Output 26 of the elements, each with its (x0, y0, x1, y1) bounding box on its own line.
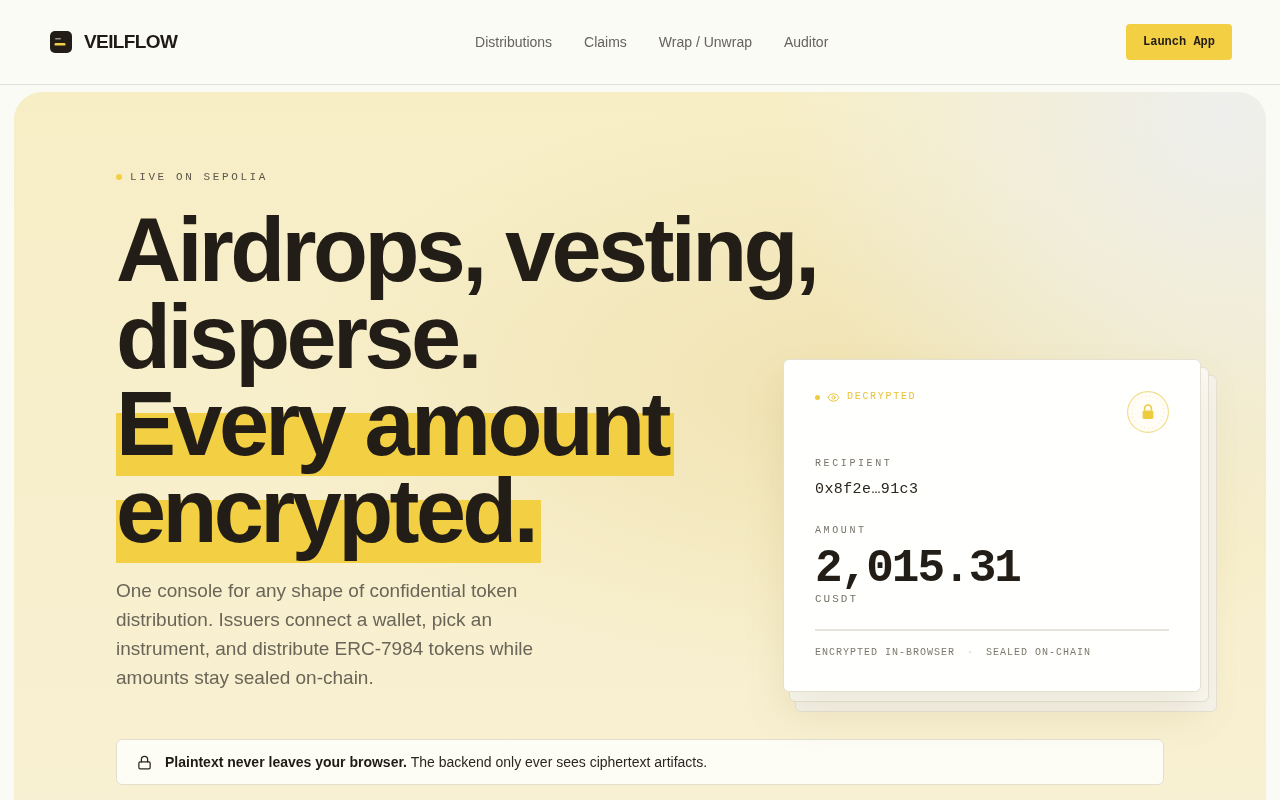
launch-app-button[interactable]: Launch App (1126, 24, 1232, 60)
status-dot-icon (815, 394, 820, 400)
lock-icon (137, 754, 152, 770)
token-symbol: CUSDT (815, 593, 858, 605)
footer-separator: · (967, 647, 975, 659)
field-label: AMOUNT (815, 525, 867, 537)
nav-link[interactable]: Claims (584, 33, 627, 51)
notice-text: Plaintext never leaves your browser. The backend only ever sees ciphertext artifacts. (165, 753, 708, 771)
lock-badge-icon (1127, 391, 1169, 433)
logo-icon (50, 31, 72, 53)
eye-icon (827, 390, 840, 404)
brand-name: VEILFLOW (84, 31, 178, 53)
headline-line: disperse. (116, 302, 479, 389)
footer-label: SEALED ON-CHAIN (986, 647, 1092, 659)
nav-link[interactable]: Auditor (783, 33, 829, 51)
nav-link[interactable]: Wrap / Unwrap (658, 33, 752, 51)
eyebrow-label: LIVE ON SEPOLIA (130, 170, 269, 184)
hero-description: One console for any shape of confidential token distribution. Issuers connect a wallet, pick an instrument, and distribute ERC-7984 tokens while amounts stay sealed on-chain. (116, 579, 535, 690)
amount-value: 2,015.31 (815, 546, 1020, 592)
status-dot-icon (116, 174, 122, 180)
nav-link[interactable]: Distributions (475, 33, 553, 51)
footer-label: ENCRYPTED IN-BROWSER (815, 647, 956, 659)
field-label: RECIPIENT (815, 458, 893, 470)
headline-line: Airdrops, vesting, (116, 215, 818, 302)
recipient-address: 0x8f2e…91c3 (815, 481, 919, 499)
status-label: DECRYPTED (847, 391, 917, 403)
